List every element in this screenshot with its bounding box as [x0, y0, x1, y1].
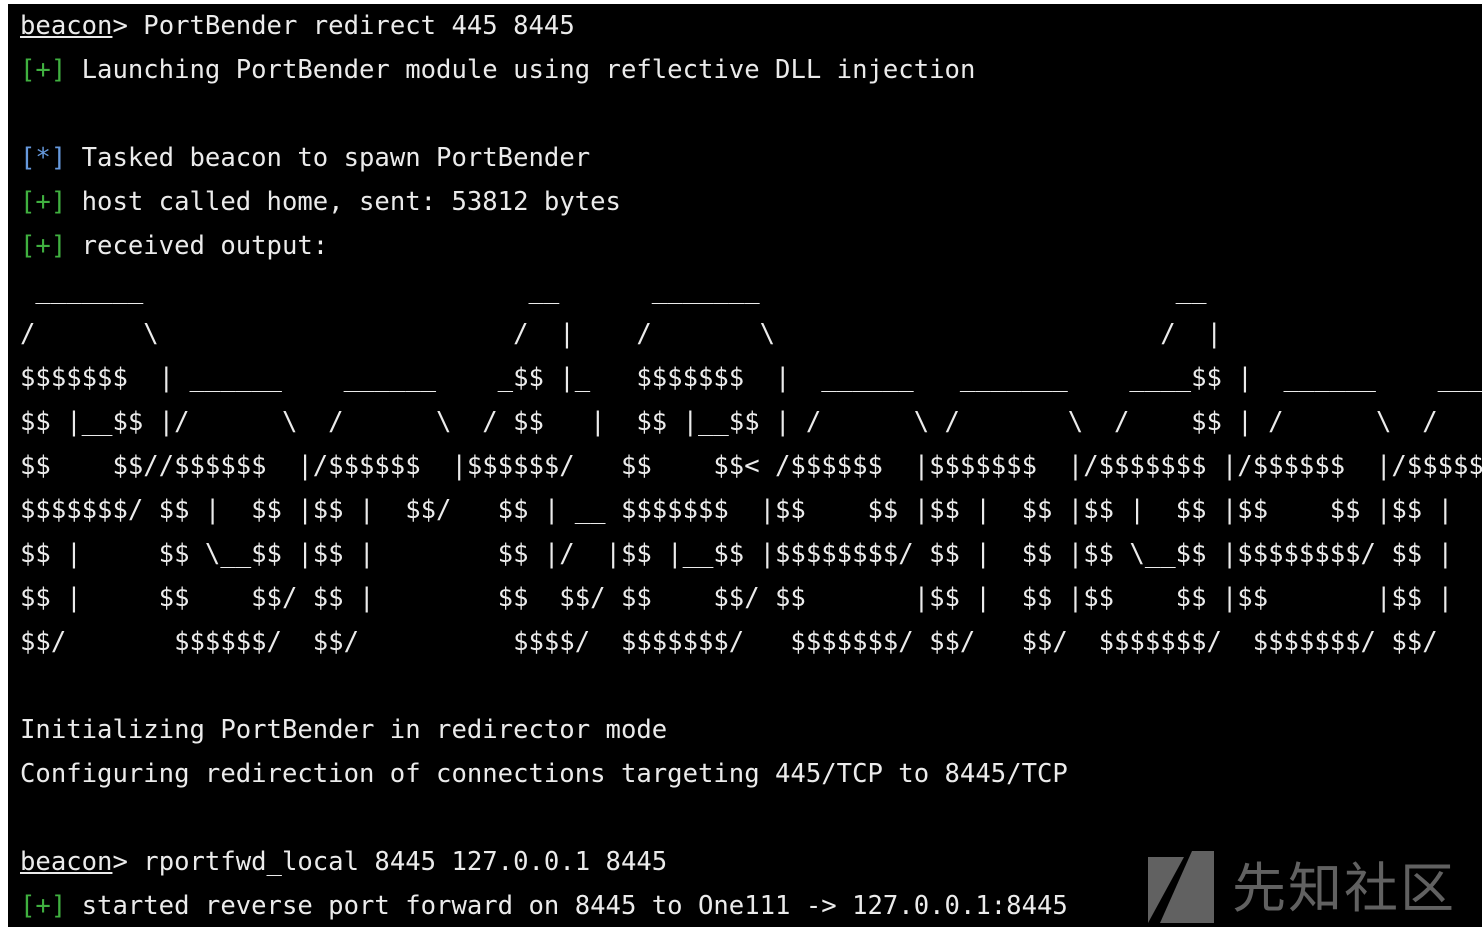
terminal-line: [+] received output: — [20, 224, 1482, 268]
terminal-line: [+] Launching PortBender module using re… — [20, 48, 1482, 92]
terminal-line: $$ $$//$$$$$$ |/$$$$$$ |$$$$$$/ $$ $$< /… — [20, 444, 1482, 488]
status-marker: [+] — [20, 55, 67, 85]
terminal-line: Configuring redirection of connections t… — [20, 752, 1482, 796]
line-text: received output: — [66, 231, 329, 261]
prompt-separator: > — [112, 11, 144, 41]
prompt-label: beacon — [20, 11, 113, 41]
terminal-line: $$ |__$$ |/ \ / \ / $$ | $$ |__$$ | / \ … — [20, 400, 1482, 444]
terminal-lines: beacon> PortBender redirect 445 8445 [+] … — [20, 4, 1482, 927]
terminal-output[interactable]: beacon> PortBender redirect 445 8445 [+] … — [8, 4, 1482, 927]
line-text: PortBender redirect 445 8445 — [143, 11, 575, 41]
terminal-line: _______ __ _______ __ — [20, 268, 1482, 312]
line-text: $$ $$//$$$$$$ |/$$$$$$ |$$$$$$/ $$ $$< /… — [20, 451, 1482, 481]
status-marker: [+] — [20, 891, 67, 921]
watermark: 先知社区 — [1148, 843, 1456, 923]
terminal-line: / \ / | / \ / | — [20, 312, 1482, 356]
line-text: Launching PortBender module using reflec… — [66, 55, 976, 85]
terminal-line: $$$$$$$/ $$ | $$ |$$ | $$/ $$ | __ $$$$$… — [20, 488, 1482, 532]
line-text: _______ __ _______ __ — [20, 275, 1207, 305]
line-text: $$ | $$ $$/ $$ | $$ $$/ $$ $$/ $$ |$$ | … — [20, 583, 1454, 613]
xianzhi-logo-icon — [1148, 851, 1214, 923]
line-text: $$ | $$ \__$$ |$$ | $$ |/ |$$ |__$$ |$$$… — [20, 539, 1454, 569]
status-marker: [*] — [20, 143, 67, 173]
line-text: $$ |__$$ |/ \ / \ / $$ | $$ |__$$ | / \ … — [20, 407, 1482, 437]
line-text: host called home, sent: 53812 bytes — [66, 187, 621, 217]
prompt-separator: > — [112, 847, 144, 877]
terminal-line: [+] host called home, sent: 53812 bytes — [20, 180, 1482, 224]
status-marker: [+] — [20, 231, 67, 261]
prompt-label: beacon — [20, 847, 113, 877]
line-text: / \ / | / \ / | — [20, 319, 1222, 349]
line-text: Initializing PortBender in redirector mo… — [20, 715, 668, 745]
status-marker: [+] — [20, 187, 67, 217]
terminal-line: $$ | $$ \__$$ |$$ | $$ |/ |$$ |__$$ |$$$… — [20, 532, 1482, 576]
line-text: rportfwd_local 8445 127.0.0.1 8445 — [143, 847, 668, 877]
terminal-line: [*] Tasked beacon to spawn PortBender — [20, 136, 1482, 180]
terminal-line: Initializing PortBender in redirector mo… — [20, 708, 1482, 752]
line-text: $$/ $$$$$$/ $$/ $$$$/ $$$$$$$/ $$$$$$$/ … — [20, 627, 1438, 657]
terminal-line: beacon> PortBender redirect 445 8445 — [20, 4, 1482, 48]
line-text: $$$$$$$ | ______ ______ _$$ |_ $$$$$$$ |… — [20, 363, 1482, 393]
line-text: started reverse port forward on 8445 to … — [66, 891, 1068, 921]
line-text: $$$$$$$/ $$ | $$ |$$ | $$/ $$ | __ $$$$$… — [20, 495, 1482, 525]
terminal-line: $$ | $$ $$/ $$ | $$ $$/ $$ $$/ $$ |$$ | … — [20, 576, 1482, 620]
watermark-text: 先知社区 — [1232, 856, 1456, 920]
line-text: Tasked beacon to spawn PortBender — [66, 143, 591, 173]
terminal-line: $$/ $$$$$$/ $$/ $$$$/ $$$$$$$/ $$$$$$$/ … — [20, 620, 1482, 664]
terminal-line: $$$$$$$ | ______ ______ _$$ |_ $$$$$$$ |… — [20, 356, 1482, 400]
line-text: Configuring redirection of connections t… — [20, 759, 1068, 789]
